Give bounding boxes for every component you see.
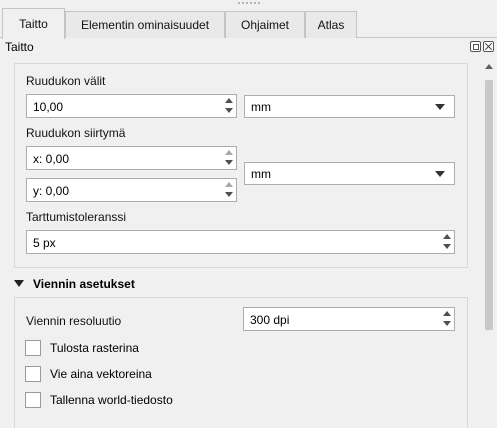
always-export-vectors-label: Vie aina vektoreina [50, 367, 152, 381]
export-resolution-value: 300 dpi [250, 313, 290, 327]
snap-tolerance-label: Tarttumistoleranssi [26, 210, 127, 224]
grid-spacing-unit-select[interactable]: mm [244, 95, 455, 118]
spin-up-icon[interactable] [225, 98, 233, 103]
spin-down-icon[interactable] [443, 321, 451, 326]
grid-offset-y-value: y: 0,00 [33, 184, 70, 198]
spin-down-icon[interactable] [225, 108, 233, 113]
chevron-down-icon [435, 171, 445, 177]
tab-label: Ohjaimet [240, 18, 290, 32]
close-panel-icon[interactable] [483, 41, 494, 52]
grid-spacing-value: 10,00 [33, 100, 64, 114]
grid-offset-y-spinbox[interactable]: y: 0,00 [26, 178, 237, 202]
grid-spacing-label: Ruudukon välit [26, 74, 106, 88]
spin-down-icon[interactable] [443, 244, 451, 249]
grid-offset-x-value: x: 0,00 [33, 152, 70, 166]
grip-dots [238, 2, 260, 4]
export-resolution-spinbox[interactable]: 300 dpi [243, 307, 455, 331]
spin-up-icon[interactable] [443, 311, 451, 316]
panel-title: Taitto [5, 40, 34, 54]
chevron-down-icon [435, 104, 445, 110]
float-panel-icon[interactable] [470, 41, 481, 52]
spin-arrows[interactable] [221, 179, 236, 201]
tab-atlas[interactable]: Atlas [305, 11, 357, 38]
tab-bar: Taitto Elementin ominaisuudet Ohjaimet A… [0, 8, 497, 39]
spin-up-icon[interactable] [443, 234, 451, 239]
checkbox-box[interactable] [25, 392, 41, 408]
spin-arrows[interactable] [221, 95, 236, 117]
spin-up-icon[interactable] [225, 182, 233, 187]
collapse-triangle-icon[interactable] [14, 280, 24, 287]
grid-offset-unit-select[interactable]: mm [244, 162, 455, 185]
export-resolution-label: Viennin resoluutio [26, 314, 122, 328]
grid-offset-unit-value: mm [251, 167, 271, 181]
tab-guides[interactable]: Ohjaimet [225, 11, 305, 38]
checkbox-box[interactable] [25, 366, 41, 382]
print-as-raster-label: Tulosta rasterina [50, 341, 139, 355]
panel-header: Taitto [0, 38, 497, 56]
vertical-scrollbar[interactable] [481, 58, 497, 428]
grid-spacing-unit-value: mm [251, 100, 271, 114]
dock-grip[interactable] [0, 0, 497, 8]
spin-arrows[interactable] [439, 308, 454, 330]
scroll-up-icon[interactable] [485, 64, 493, 69]
spin-arrows[interactable] [439, 231, 454, 253]
spin-down-icon[interactable] [225, 160, 233, 165]
tab-label: Atlas [317, 18, 345, 32]
grid-offset-label: Ruudukon siirtymä [26, 126, 126, 140]
tab-item-properties[interactable]: Elementin ominaisuudet [65, 11, 225, 38]
export-settings-title: Viennin asetukset [33, 277, 135, 291]
grid-spacing-spinbox[interactable]: 10,00 [26, 94, 237, 118]
grid-offset-x-spinbox[interactable]: x: 0,00 [26, 146, 237, 170]
tab-label: Elementin ominaisuudet [80, 18, 210, 32]
spin-up-icon[interactable] [225, 150, 233, 155]
snap-tolerance-spinbox[interactable]: 5 px [26, 230, 455, 254]
scroll-thumb[interactable] [485, 80, 493, 330]
spin-down-icon[interactable] [225, 192, 233, 197]
snap-tolerance-value: 5 px [33, 236, 56, 250]
checkbox-box[interactable] [25, 340, 41, 356]
spin-arrows[interactable] [221, 147, 236, 169]
tab-layout[interactable]: Taitto [2, 8, 65, 39]
save-world-file-label: Tallenna world-tiedosto [50, 393, 173, 407]
tab-label: Taitto [19, 17, 48, 31]
